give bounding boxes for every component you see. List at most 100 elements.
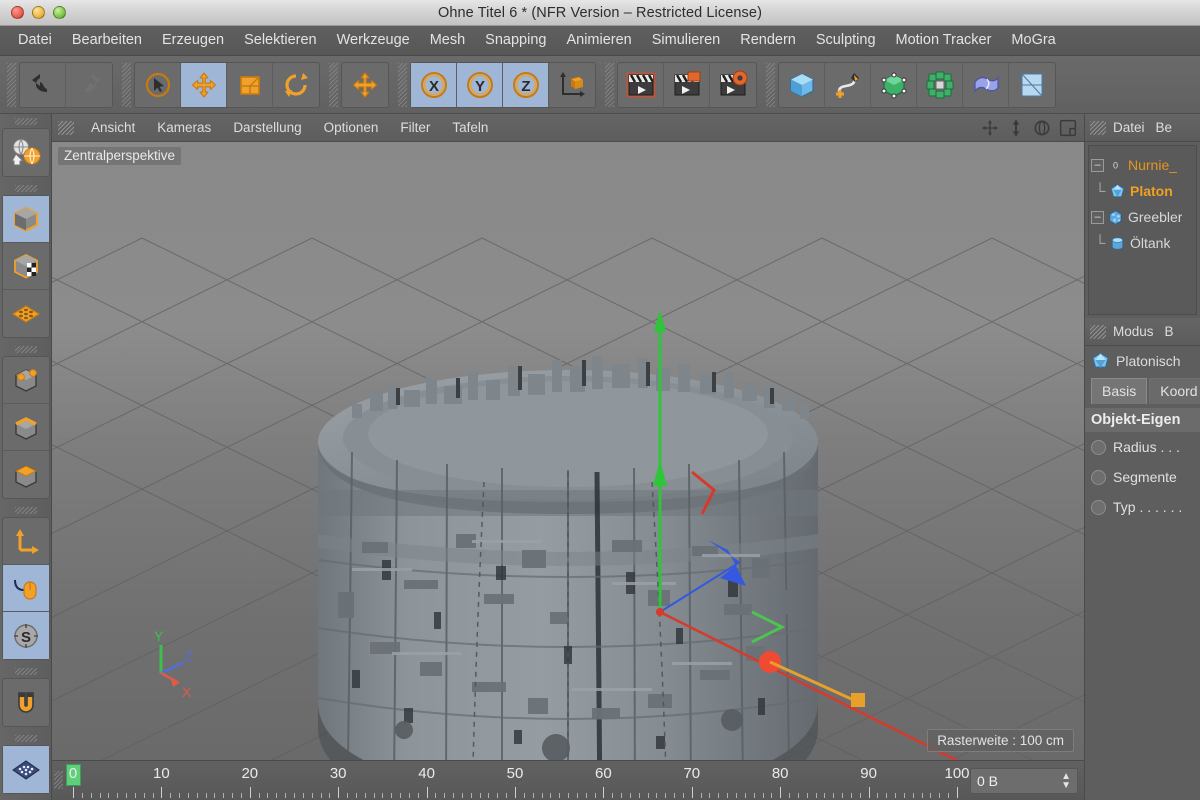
menu-item-bearbeiten[interactable]: Bearbeiten <box>62 26 152 55</box>
primitive-cube-icon[interactable] <box>779 63 825 107</box>
palette-grip-icon[interactable] <box>15 735 37 742</box>
render-settings-icon[interactable] <box>710 63 756 107</box>
model-mode-icon[interactable] <box>3 196 49 243</box>
memory-usage-field[interactable]: 0 B ▲▼ <box>970 768 1078 794</box>
make-editable-icon[interactable] <box>3 129 49 176</box>
array-icon[interactable] <box>917 63 963 107</box>
object-tree-item[interactable]: –0Nurnie_ <box>1091 152 1196 178</box>
timeline-grip-icon[interactable] <box>54 771 63 789</box>
move-world-icon[interactable] <box>342 63 388 107</box>
menu-item-werkzeuge[interactable]: Werkzeuge <box>327 26 420 55</box>
attribute-manager-menu-modus[interactable]: Modus <box>1113 324 1165 339</box>
menu-item-motion-tracker[interactable]: Motion Tracker <box>886 26 1002 55</box>
attribute-manager-grip-icon[interactable] <box>1090 325 1106 339</box>
spline-pen-icon[interactable] <box>825 63 871 107</box>
menu-item-selektieren[interactable]: Selektieren <box>234 26 327 55</box>
menu-item-mesh[interactable]: Mesh <box>420 26 475 55</box>
close-button[interactable] <box>11 6 24 19</box>
timeline-bar[interactable]: 0102030405060708090100 0 B ▲▼ <box>52 760 1084 800</box>
timeline-tick-mark <box>418 793 419 798</box>
object-tree-item[interactable]: └Platon <box>1091 178 1196 204</box>
object-manager-tree[interactable]: –0Nurnie_└Platon–Greebler└Öltank <box>1088 145 1197 315</box>
toolbar-grip-icon[interactable] <box>605 63 614 107</box>
expand-toggle-icon[interactable]: – <box>1091 211 1104 224</box>
attribute-tab-basis[interactable]: Basis <box>1091 378 1147 404</box>
toolbar-grip-icon[interactable] <box>766 63 775 107</box>
object-tree-item[interactable]: └Öltank <box>1091 230 1196 256</box>
live-selection-icon[interactable] <box>135 63 181 107</box>
toolbar-grip-icon[interactable] <box>122 63 131 107</box>
palette-grip-icon[interactable] <box>15 185 37 192</box>
attribute-property-row[interactable]: Typ . . . . . . <box>1085 492 1200 522</box>
workplane-mode-icon[interactable] <box>3 290 49 337</box>
texture-mode-icon[interactable] <box>3 243 49 290</box>
pan-view-icon[interactable] <box>980 118 1000 138</box>
maximize-view-icon[interactable] <box>1058 118 1078 138</box>
deformer-icon[interactable] <box>963 63 1009 107</box>
move-tool-icon[interactable] <box>181 63 227 107</box>
object-manager-grip-icon[interactable] <box>1090 121 1106 135</box>
property-toggle-icon[interactable] <box>1091 470 1106 485</box>
edge-mode-icon[interactable] <box>3 404 49 451</box>
viewport-grip-icon[interactable] <box>58 121 74 135</box>
workplane-grid-icon[interactable] <box>3 746 49 793</box>
point-mode-icon[interactable] <box>3 357 49 404</box>
menu-item-simulieren[interactable]: Simulieren <box>642 26 731 55</box>
nurbs-icon[interactable] <box>871 63 917 107</box>
render-picture-viewer-icon[interactable] <box>664 63 710 107</box>
scale-tool-icon[interactable] <box>227 63 273 107</box>
minimize-button[interactable] <box>32 6 45 19</box>
attribute-property-row[interactable]: Radius . . . <box>1085 432 1200 462</box>
object-manager-menu-datei[interactable]: Datei <box>1113 120 1156 135</box>
axis-y-icon[interactable]: Y <box>457 63 503 107</box>
viewport-menu-optionen[interactable]: Optionen <box>313 114 390 141</box>
rotate-view-icon[interactable] <box>1032 118 1052 138</box>
viewport-3d[interactable]: Zentralperspektive Rasterweite : 100 cm … <box>52 142 1084 760</box>
toolbar-grip-icon[interactable] <box>7 63 16 107</box>
axis-z-icon[interactable]: Z <box>503 63 549 107</box>
menu-item-datei[interactable]: Datei <box>8 26 62 55</box>
magnet-icon[interactable] <box>3 679 49 726</box>
property-toggle-icon[interactable] <box>1091 440 1106 455</box>
rotate-tool-icon[interactable] <box>273 63 319 107</box>
menu-item-animieren[interactable]: Animieren <box>556 26 641 55</box>
menu-item-rendern[interactable]: Rendern <box>730 26 806 55</box>
object-manager-menu-be[interactable]: Be <box>1156 120 1184 135</box>
attribute-tab-koord[interactable]: Koord <box>1149 378 1200 404</box>
dolly-view-icon[interactable] <box>1006 118 1026 138</box>
attribute-property-row[interactable]: Segmente <box>1085 462 1200 492</box>
menu-item-sculpting[interactable]: Sculpting <box>806 26 886 55</box>
axis-x-icon[interactable]: X <box>411 63 457 107</box>
viewport-lock-icon[interactable] <box>3 565 49 612</box>
property-toggle-icon[interactable] <box>1091 500 1106 515</box>
expand-toggle-icon[interactable]: – <box>1091 159 1104 172</box>
world-coordinates-icon[interactable] <box>549 63 595 107</box>
palette-grip-icon[interactable] <box>15 118 37 125</box>
object-tree-item[interactable]: –Greebler <box>1091 204 1196 230</box>
scene-icon[interactable] <box>1009 63 1055 107</box>
menu-item-erzeugen[interactable]: Erzeugen <box>152 26 234 55</box>
menu-item-mogra[interactable]: MoGra <box>1001 26 1065 55</box>
viewport-menu-filter[interactable]: Filter <box>389 114 441 141</box>
axis-mode-icon[interactable] <box>3 518 49 565</box>
viewport-menu-tafeln[interactable]: Tafeln <box>441 114 499 141</box>
timeline-ruler[interactable]: 0102030405060708090100 <box>66 761 964 800</box>
zoom-button[interactable] <box>53 6 66 19</box>
toolbar-grip-icon[interactable] <box>329 63 338 107</box>
viewport-menu-ansicht[interactable]: Ansicht <box>80 114 146 141</box>
snap-mode-icon[interactable]: S <box>3 612 49 659</box>
palette-grip-icon[interactable] <box>15 668 37 675</box>
timeline-tick-mark <box>886 793 887 798</box>
toolbar-grip-icon[interactable] <box>398 63 407 107</box>
palette-grip-icon[interactable] <box>15 507 37 514</box>
palette-grip-icon[interactable] <box>15 346 37 353</box>
timeline-tick-mark <box>82 793 83 798</box>
viewport-menu-darstellung[interactable]: Darstellung <box>222 114 312 141</box>
undo-icon[interactable] <box>20 63 66 107</box>
polygon-mode-icon[interactable] <box>3 451 49 498</box>
viewport-menu-kameras[interactable]: Kameras <box>146 114 222 141</box>
render-view-icon[interactable] <box>618 63 664 107</box>
menu-item-snapping[interactable]: Snapping <box>475 26 556 55</box>
spinner-arrows-icon[interactable]: ▲▼ <box>1061 772 1071 790</box>
attribute-manager-menu-b[interactable]: B <box>1165 324 1185 339</box>
